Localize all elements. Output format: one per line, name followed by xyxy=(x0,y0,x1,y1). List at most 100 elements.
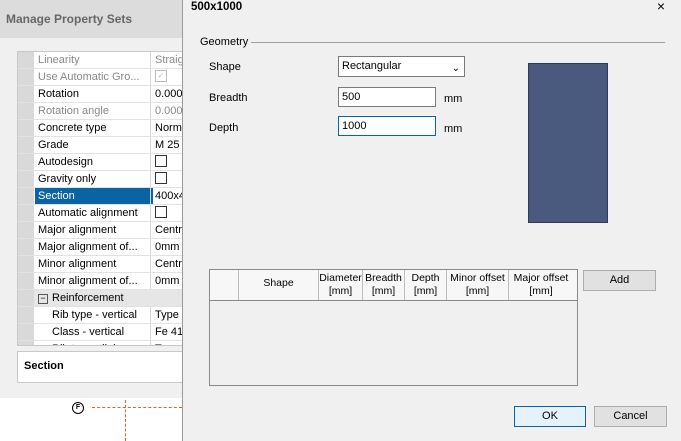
property-name: Major alignment of... xyxy=(38,241,138,253)
property-row[interactable]: Rotation 0.000 xyxy=(18,86,188,103)
column-title: Breadth xyxy=(365,272,402,284)
property-row[interactable]: Gravity only xyxy=(18,171,188,188)
grid-marker-icon: F xyxy=(72,402,84,414)
column-title: Shape xyxy=(263,277,294,289)
property-name: Class - vertical xyxy=(52,326,125,338)
row-gutter xyxy=(18,69,34,85)
property-row[interactable]: Use Automatic Gro... ✓ xyxy=(18,69,188,86)
row-gutter xyxy=(18,324,34,340)
property-name: Autodesign xyxy=(38,156,94,168)
property-name: Minor alignment xyxy=(38,258,117,270)
column-title: Diameter xyxy=(319,272,362,284)
checkbox[interactable] xyxy=(155,155,167,168)
property-row[interactable]: Section 400x4 xyxy=(18,188,188,205)
property-row[interactable]: − Reinforcement xyxy=(18,290,188,307)
gridline-horizontal xyxy=(92,407,182,408)
column-unit: [mm] xyxy=(328,285,353,297)
table-column-header[interactable]: Depth [mm] xyxy=(405,270,447,300)
section-description-label: Section xyxy=(24,360,64,372)
table-column-header[interactable]: Diameter [mm] xyxy=(319,270,363,300)
row-gutter xyxy=(18,154,34,170)
property-name: Section xyxy=(35,188,153,204)
property-row[interactable]: Grade M 25 xyxy=(18,137,188,154)
column-title: Major offset xyxy=(513,272,569,284)
depth-label: Depth xyxy=(209,122,239,134)
property-row[interactable]: Class - vertical Fe 41 xyxy=(18,324,188,341)
property-name: Rotation xyxy=(38,88,79,100)
column-title: Depth xyxy=(411,272,440,284)
geometry-group-divider xyxy=(251,42,665,43)
depth-unit: mm xyxy=(444,123,463,135)
reinforcement-table[interactable]: Shape Diameter [mm] Breadth [mm] Depth [mm] Min… xyxy=(209,269,578,386)
row-gutter xyxy=(18,52,34,68)
row-gutter xyxy=(18,103,34,119)
property-row[interactable]: Linearity Straig xyxy=(18,52,188,69)
ok-button[interactable]: OK xyxy=(514,406,586,427)
column-unit: [mm] xyxy=(371,285,396,297)
drawing-canvas[interactable] xyxy=(0,398,190,441)
property-name: Rib type - vertical xyxy=(52,309,137,321)
close-icon[interactable]: × xyxy=(657,0,665,13)
property-row[interactable]: Minor alignment of... 0mm xyxy=(18,273,188,290)
checkbox: ✓ xyxy=(155,70,167,83)
dialog-title: 500x1000 xyxy=(191,1,243,13)
table-header: Shape Diameter [mm] Breadth [mm] Depth [mm] Min… xyxy=(210,270,577,301)
breadth-input[interactable]: 500 xyxy=(338,87,436,107)
breadth-label: Breadth xyxy=(209,92,248,104)
property-row[interactable]: Major alignment of... 0mm xyxy=(18,239,188,256)
property-name: Grade xyxy=(38,139,69,151)
property-name: Concrete type xyxy=(38,122,107,134)
chevron-down-icon: ⌄ xyxy=(451,63,460,74)
column-title xyxy=(210,272,238,277)
column-title: Minor offset xyxy=(450,272,505,284)
row-gutter xyxy=(18,290,34,306)
property-name: Automatic alignment xyxy=(38,207,138,219)
property-name: Major alignment xyxy=(38,224,117,236)
property-row[interactable]: Major alignment Centr xyxy=(18,222,188,239)
shape-dropdown-value: Rectangular xyxy=(342,60,402,72)
add-button[interactable]: Add xyxy=(583,270,656,291)
row-gutter xyxy=(18,137,34,153)
property-row[interactable]: Concrete type Norma xyxy=(18,120,188,137)
property-row[interactable]: Automatic alignment xyxy=(18,205,188,222)
row-gutter xyxy=(18,86,34,102)
column-unit: [mm] xyxy=(529,285,553,297)
property-row[interactable]: Minor alignment Centr xyxy=(18,256,188,273)
table-column-header[interactable] xyxy=(210,270,239,300)
property-name: Gravity only xyxy=(38,173,97,185)
row-gutter xyxy=(18,120,34,136)
breadth-unit: mm xyxy=(444,93,463,105)
checkbox[interactable] xyxy=(155,172,167,185)
row-gutter xyxy=(18,205,34,221)
row-gutter xyxy=(18,256,34,272)
property-row[interactable]: Rib type - vertical Type xyxy=(18,307,188,324)
property-row[interactable]: Autodesign xyxy=(18,154,188,171)
table-column-header[interactable]: Shape xyxy=(239,270,319,300)
panel-title: Manage Property Sets xyxy=(0,0,190,38)
property-row[interactable]: Rotation angle 0.000 xyxy=(18,103,188,120)
row-gutter xyxy=(18,239,34,255)
property-row[interactable]: Rib type - linkType xyxy=(18,341,188,345)
section-preview xyxy=(528,63,608,223)
row-gutter xyxy=(18,171,34,187)
checkbox[interactable] xyxy=(155,206,167,219)
gridline-vertical xyxy=(125,400,126,441)
row-gutter xyxy=(18,273,34,289)
table-column-header[interactable]: Major offset [mm] xyxy=(509,270,573,300)
property-name: − Reinforcement xyxy=(38,290,150,306)
depth-input[interactable]: 1000 xyxy=(338,116,436,136)
column-unit: [mm] xyxy=(413,285,438,297)
row-gutter xyxy=(18,307,34,323)
cancel-button[interactable]: Cancel xyxy=(594,406,667,427)
table-column-header[interactable]: Minor offset [mm] xyxy=(447,270,509,300)
shape-label: Shape xyxy=(209,61,241,73)
property-name: Use Automatic Gro... xyxy=(38,71,140,83)
property-name: Linearity xyxy=(38,54,80,66)
section-dialog: 500x1000 × Geometry Shape Rectangular ⌄ … xyxy=(182,0,681,441)
property-name: Rib type - link xyxy=(52,341,164,345)
collapse-icon[interactable]: − xyxy=(38,294,48,304)
shape-dropdown[interactable]: Rectangular ⌄ xyxy=(338,56,465,77)
section-description-box: Section xyxy=(17,351,189,383)
geometry-group-label: Geometry xyxy=(200,36,249,48)
table-column-header[interactable]: Breadth [mm] xyxy=(363,270,405,300)
